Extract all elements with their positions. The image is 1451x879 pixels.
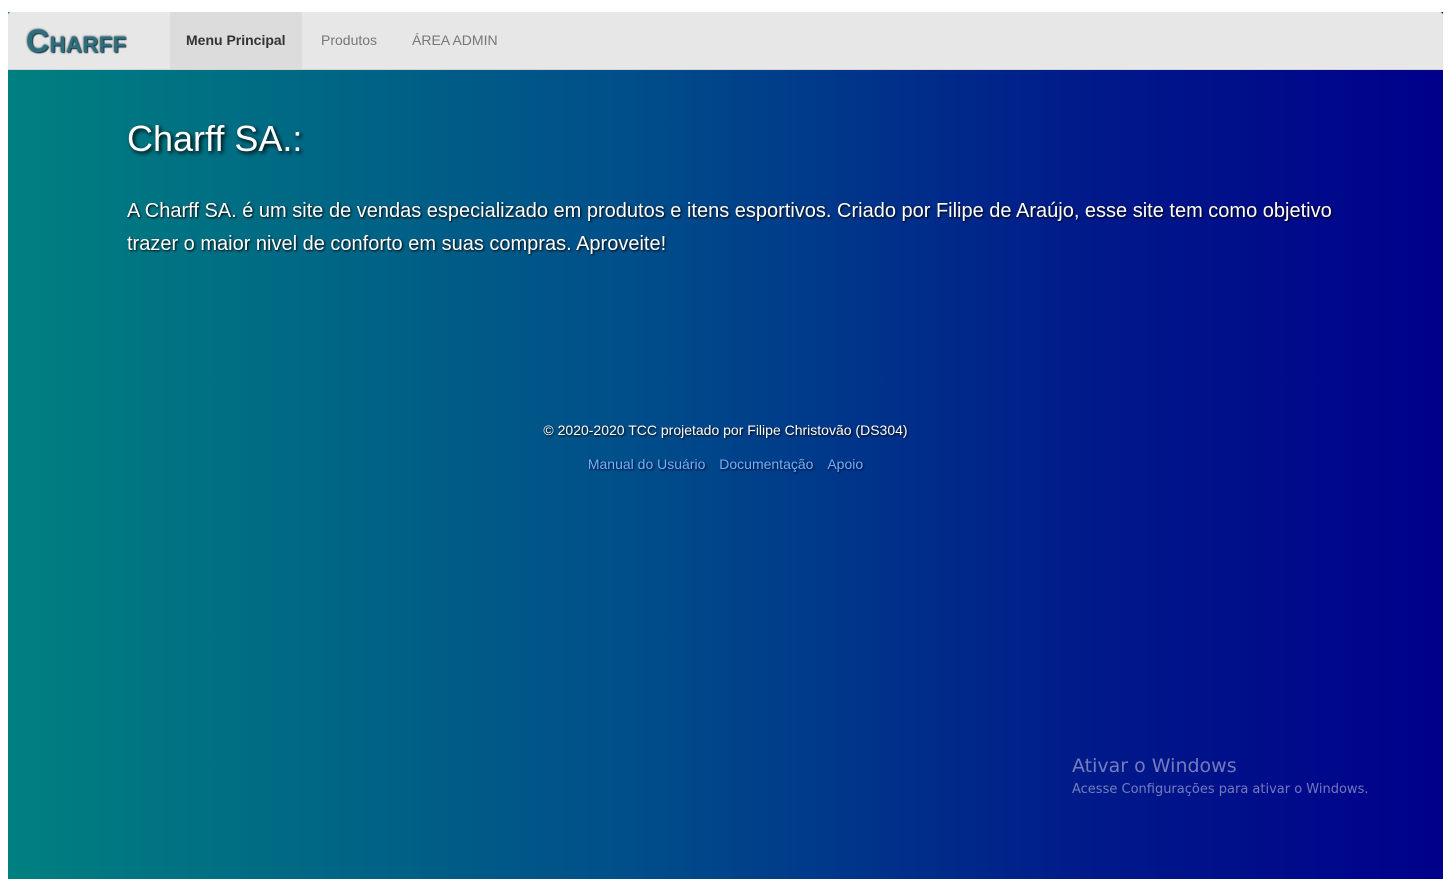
watermark-subtitle: Acesse Configurações para ativar o Windo… — [1072, 782, 1369, 797]
footer-link-manual[interactable]: Manual do Usuário — [588, 456, 706, 472]
brand-logo[interactable]: Charff — [26, 24, 127, 58]
nav-item-menu-principal[interactable]: Menu Principal — [170, 12, 302, 69]
footer-links: Manual do Usuário Documentação Apoio — [8, 454, 1443, 474]
footer: © 2020-2020 TCC projetado por Filipe Chr… — [8, 420, 1443, 474]
footer-link-documentacao[interactable]: Documentação — [719, 456, 813, 472]
page: Charff Menu Principal Produtos ÁREA ADMI… — [8, 12, 1443, 879]
footer-copyright: © 2020-2020 TCC projetado por Filipe Chr… — [543, 422, 908, 438]
windows-activation-watermark: Ativar o Windows Acesse Configurações pa… — [1072, 753, 1368, 800]
watermark-title: Ativar o Windows — [1072, 755, 1237, 777]
page-title: Charff SA.: — [127, 118, 303, 159]
navbar: Charff Menu Principal Produtos ÁREA ADMI… — [8, 12, 1443, 70]
nav-item-area-admin[interactable]: ÁREA ADMIN — [396, 12, 514, 69]
footer-link-apoio[interactable]: Apoio — [827, 456, 863, 472]
nav-item-produtos[interactable]: Produtos — [305, 12, 393, 69]
intro-paragraph: A Charff SA. é um site de vendas especia… — [127, 200, 1332, 255]
